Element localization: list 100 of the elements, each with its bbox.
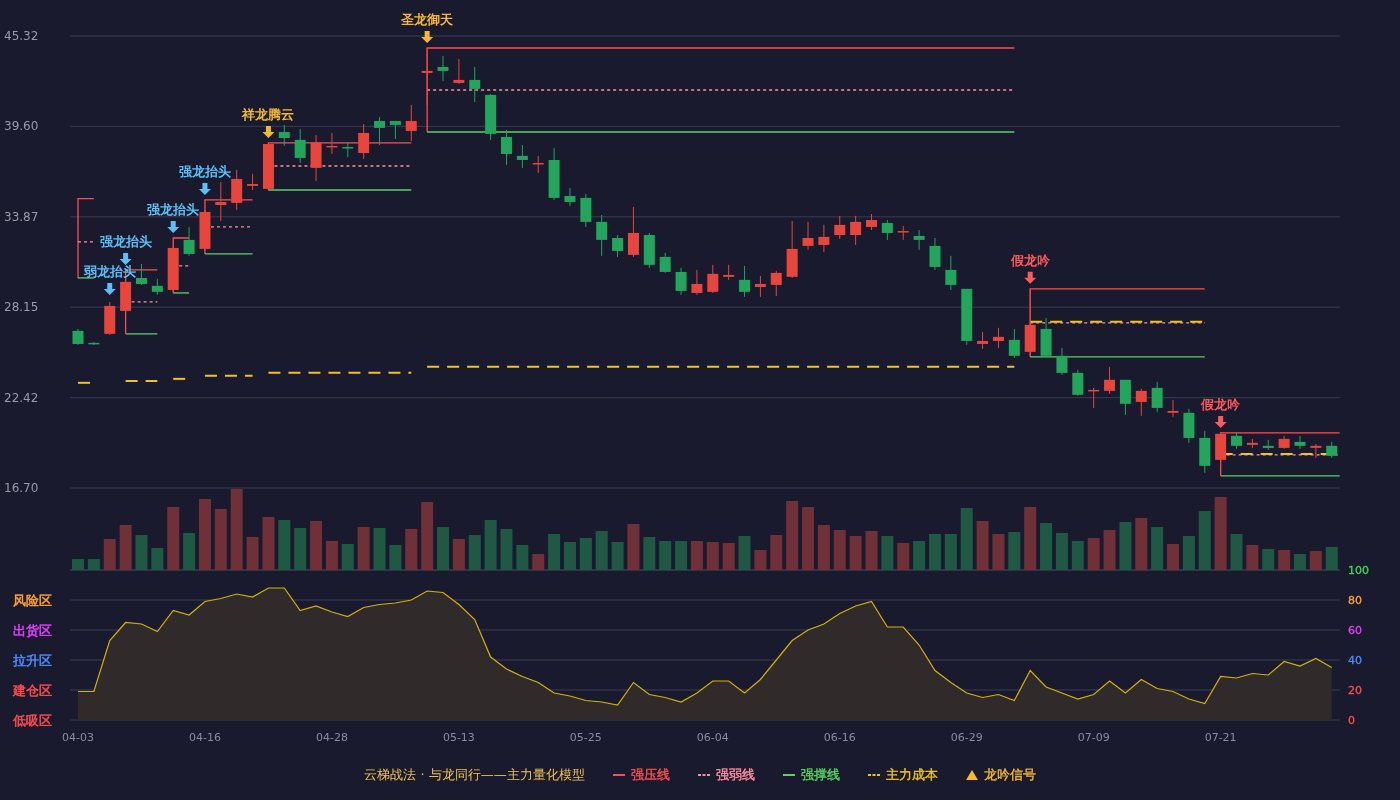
triangle-icon: [965, 770, 978, 780]
candlestick: [691, 269, 703, 296]
candlestick: [1246, 438, 1258, 449]
zone-label: 出货区: [13, 622, 52, 638]
candlestick: [1167, 399, 1179, 418]
candlestick: [437, 55, 449, 82]
signal-label: 强龙抬头: [99, 233, 152, 249]
candlestick: [929, 237, 941, 271]
candlestick: [643, 232, 655, 269]
zone-label: 风险区: [13, 592, 52, 608]
candlestick: [913, 229, 925, 251]
candlestick: [342, 141, 354, 158]
candlestick: [294, 128, 306, 164]
candlestick: [167, 244, 179, 292]
candlestick: [1056, 347, 1068, 376]
candlestick: [405, 104, 417, 142]
candlestick: [1183, 408, 1195, 444]
candlestick: [247, 173, 259, 191]
axis-label: 04-03: [62, 731, 94, 744]
zone-label: 建仓区: [13, 682, 52, 698]
legend-label: 强撑线: [800, 766, 840, 784]
axis-label: 05-25: [569, 731, 602, 744]
axis-label: 40: [1348, 653, 1362, 667]
candlestick: [136, 263, 147, 286]
signal-label: 强龙抬头: [147, 202, 200, 217]
axis-label: 80: [1348, 593, 1362, 607]
zone-label: 拉升区: [13, 652, 52, 668]
candlestick: [627, 206, 639, 258]
candlestick: [310, 134, 322, 182]
axis-label: 05-13: [442, 731, 475, 744]
candlestick: [1326, 441, 1338, 459]
axis-label: 0: [1348, 713, 1355, 727]
legend-label: 强压线: [630, 766, 670, 784]
candlestick: [723, 264, 735, 281]
candlestick: [1104, 366, 1116, 395]
candlestick: [897, 225, 909, 241]
axis-label: 100: [1348, 563, 1369, 577]
axis-label: 04-28: [315, 731, 348, 744]
candlestick: [516, 144, 528, 169]
candlestick: [278, 124, 290, 147]
candlestick: [580, 193, 592, 228]
candlestick: [612, 234, 624, 258]
candlestick: [262, 143, 274, 190]
axis-label: 33.87: [4, 209, 39, 224]
candlestick: [1310, 443, 1322, 459]
candlestick: [88, 341, 100, 346]
signal-label: 强龙抬头: [178, 163, 231, 179]
candlestick: [421, 47, 433, 106]
candlestick: [1072, 369, 1084, 397]
axis-label: 60: [1348, 623, 1362, 637]
candlestick: [675, 267, 687, 296]
candlestick: [1119, 379, 1131, 416]
candlestick: [548, 147, 560, 201]
legend-label: 主力成本: [885, 766, 938, 784]
candlestick: [1151, 381, 1163, 413]
candlestick: [881, 219, 893, 241]
candlestick: [1024, 288, 1036, 357]
axis-label: 45.32: [4, 29, 39, 43]
candlestick: [501, 129, 512, 166]
candlestick: [532, 155, 544, 174]
candlestick: [564, 187, 576, 207]
candlestick: [151, 278, 163, 296]
axis-label: 07-09: [1077, 731, 1110, 744]
candlestick: [1008, 328, 1020, 359]
candlestick: [374, 116, 386, 146]
candlestick: [469, 66, 481, 103]
candlestick: [786, 220, 798, 279]
axis-label: 06-16: [823, 731, 856, 744]
candlestick: [1040, 317, 1052, 358]
candlestick: [945, 255, 957, 291]
candlestick: [1199, 430, 1211, 474]
candlestick: [215, 181, 227, 222]
candlestick: [1278, 435, 1290, 450]
axis-label: 16.70: [4, 481, 39, 495]
candlestick: [866, 213, 877, 231]
legend-label: 强弱线: [715, 766, 755, 784]
candlestick: [818, 224, 830, 253]
candlestick: [1088, 387, 1100, 409]
candlestick: [1231, 431, 1242, 450]
candlestick: [183, 226, 195, 257]
candlestick: [834, 215, 846, 240]
candlestick: [231, 169, 243, 211]
candlestick: [992, 327, 1004, 349]
legend-label: 龙吟信号: [983, 766, 1036, 784]
zone-label: 低吸区: [13, 712, 52, 728]
axis-label: 20: [1348, 683, 1362, 697]
candlestick: [453, 58, 465, 85]
candlestick: [1262, 439, 1274, 451]
signal-label: 假龙吟: [1201, 396, 1241, 412]
axis-label: 04-16: [189, 731, 221, 744]
candlestick: [707, 264, 719, 294]
candlestick: [739, 265, 751, 298]
candlestick: [596, 214, 608, 257]
candlestick: [770, 270, 782, 297]
axis-label: 06-04: [696, 731, 729, 744]
candlestick: [802, 221, 814, 251]
candlestick: [961, 288, 973, 346]
candlestick: [358, 123, 370, 160]
candlestick: [485, 93, 497, 141]
candlestick: [1135, 388, 1147, 417]
